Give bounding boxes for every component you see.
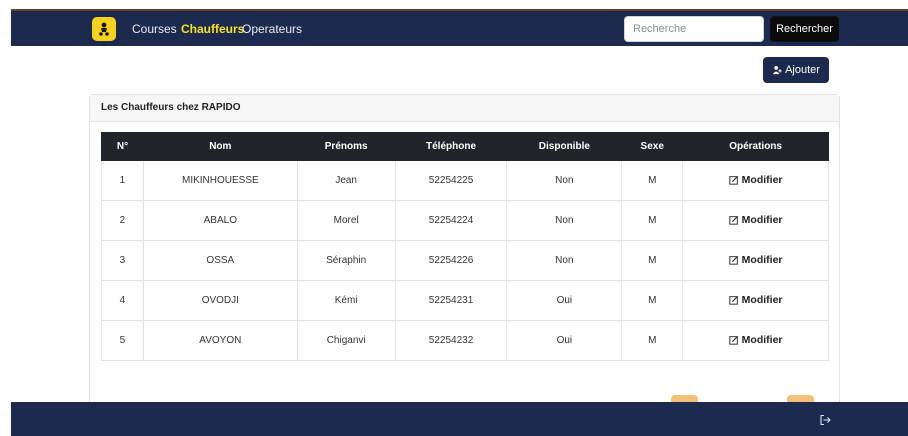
cell-disponible: Non: [506, 200, 623, 241]
cell-telephone: 52254225: [394, 160, 508, 201]
edit-link[interactable]: Modifier: [729, 254, 783, 266]
cell-disponible: Non: [506, 240, 623, 281]
nav-link-operateurs[interactable]: Operateurs: [242, 22, 302, 36]
cell-sexe: M: [621, 320, 684, 361]
drivers-table: N° Nom Prénoms Téléphone Disponible Sexe…: [101, 132, 829, 361]
table-row: 2 ABALO Morel 52254224 Non M Modifier: [101, 200, 829, 241]
edit-link[interactable]: Modifier: [729, 174, 783, 186]
cell-num: 5: [101, 320, 144, 361]
search-button[interactable]: Rechercher: [770, 16, 839, 42]
add-driver-button[interactable]: Ajouter: [763, 57, 829, 83]
edit-link[interactable]: Modifier: [729, 214, 783, 226]
footer-bar: [11, 402, 908, 436]
logout-icon[interactable]: [819, 414, 831, 426]
edit-link[interactable]: Modifier: [729, 294, 783, 306]
navbar: Courses Chauffeurs Operateurs Recherche r: [11, 11, 908, 46]
edit-label: Modifier: [741, 253, 783, 266]
column-header-prenoms: Prénoms: [296, 132, 396, 161]
table-row: 1 MIKINHOUESSE Jean 52254225 Non M Modif…: [101, 160, 829, 201]
cell-telephone: 52254224: [394, 200, 508, 241]
cell-sexe: M: [621, 240, 684, 281]
cell-operations: Modifier: [682, 200, 829, 241]
edit-label: Modifier: [741, 213, 783, 226]
cell-disponible: Oui: [506, 320, 623, 361]
edit-icon: [729, 255, 738, 265]
cell-prenoms: Morel: [296, 200, 396, 241]
cell-nom: OSSA: [142, 240, 298, 281]
cell-nom: ABALO: [142, 200, 298, 241]
cell-prenoms: Chiganvi: [296, 320, 396, 361]
cell-telephone: 52254232: [394, 320, 508, 361]
drivers-card: Les Chauffeurs chez RAPIDO N° Nom Prénom…: [89, 94, 840, 414]
logo[interactable]: [92, 17, 116, 41]
column-header-telephone: Téléphone: [394, 132, 508, 161]
cell-num: 3: [101, 240, 144, 281]
column-header-num: N°: [101, 132, 144, 161]
cell-disponible: Oui: [506, 280, 623, 321]
cell-operations: Modifier: [682, 160, 829, 201]
edit-icon: [729, 175, 738, 185]
cell-sexe: M: [621, 200, 684, 241]
cell-prenoms: Jean: [296, 160, 396, 201]
table-header-row: N° Nom Prénoms Téléphone Disponible Sexe…: [101, 132, 829, 161]
cell-prenoms: Kémi: [296, 280, 396, 321]
table-row: 5 AVOYON Chiganvi 52254232 Oui M Modifie…: [101, 320, 829, 361]
edit-link[interactable]: Modifier: [729, 334, 783, 346]
scooter-icon: [99, 22, 109, 36]
edit-label: Modifier: [741, 333, 783, 346]
column-header-sexe: Sexe: [621, 132, 684, 161]
cell-nom: MIKINHOUESSE: [142, 160, 298, 201]
cell-sexe: M: [621, 160, 684, 201]
edit-icon: [729, 215, 738, 225]
column-header-operations: Opérations: [682, 132, 829, 161]
cell-operations: Modifier: [682, 280, 829, 321]
edit-icon: [729, 335, 738, 345]
cell-disponible: Non: [506, 160, 623, 201]
cell-operations: Modifier: [682, 240, 829, 281]
column-header-nom: Nom: [142, 132, 298, 161]
column-header-disponible: Disponible: [506, 132, 623, 161]
edit-label: Modifier: [741, 293, 783, 306]
nav-link-chauffeurs[interactable]: Chauffeurs: [181, 22, 244, 36]
cell-nom: AVOYON: [142, 320, 298, 361]
cell-nom: OVODJI: [142, 280, 298, 321]
cell-telephone: 52254231: [394, 280, 508, 321]
cell-operations: Modifier: [682, 320, 829, 361]
table-row: 3 OSSA Séraphin 52254226 Non M Modifier: [101, 240, 829, 281]
cell-num: 1: [101, 160, 144, 201]
cell-sexe: M: [621, 280, 684, 321]
card-title: Les Chauffeurs chez RAPIDO: [90, 95, 839, 122]
cell-prenoms: Séraphin: [296, 240, 396, 281]
cell-num: 2: [101, 200, 144, 241]
cell-telephone: 52254226: [394, 240, 508, 281]
edit-icon: [729, 295, 738, 305]
table-row: 4 OVODJI Kémi 52254231 Oui M Modifier: [101, 280, 829, 321]
nav-link-courses[interactable]: Courses: [132, 22, 177, 36]
edit-label: Modifier: [741, 173, 783, 186]
user-plus-icon: [772, 66, 782, 75]
cell-num: 4: [101, 280, 144, 321]
search-input[interactable]: [624, 16, 764, 42]
add-button-label: Ajouter: [785, 64, 820, 76]
